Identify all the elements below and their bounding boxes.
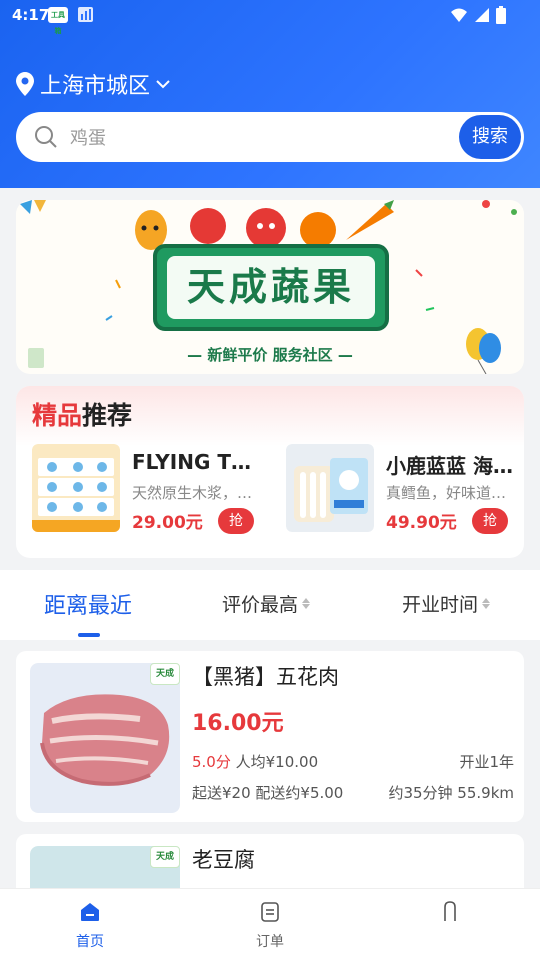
sort-tab-label: 评价最高 [222, 594, 299, 616]
sort-arrows-icon [482, 598, 491, 609]
header-background: 4:17 工具箱 上海市城区 鸡蛋 搜索 [0, 0, 540, 188]
promo-banner[interactable]: 天成蔬果 — 新鲜平价 服务社区 — [16, 200, 524, 374]
product-image-fish-snack [286, 444, 374, 532]
bottom-tab-bar: 首页 订单 [0, 888, 540, 960]
sort-bar: 距离最近 评价最高 开业时间 [0, 570, 540, 640]
banner-sign: 天成蔬果 [153, 244, 389, 331]
location-pin-icon [16, 72, 34, 96]
store-card[interactable]: 天成 【黑猪】五花肉 16.00元 5.0分 人均¥10.00 开业1年 起送¥… [16, 651, 524, 822]
sort-tab-label: 开业时间 [402, 594, 479, 616]
store-rating-avg: 5.0分 人均¥10.00 [192, 751, 318, 772]
product-price: 29.00元 [132, 513, 203, 533]
grab-button[interactable]: 抢 [218, 508, 254, 534]
store-delivery: 起送¥20 配送约¥5.00 [192, 784, 344, 802]
search-bar[interactable]: 鸡蛋 搜索 [16, 112, 524, 162]
product-desc: 天然原生木浆，… [132, 484, 253, 502]
recommend-title-rest: 推荐 [82, 401, 133, 430]
store-product-title: 【黑猪】五花肉 [192, 665, 339, 689]
product-name: FLYING TOTORO… [132, 450, 264, 474]
pork-belly-image [30, 663, 180, 813]
recommend-section: 精品推荐 FLYING TOTORO… 天然原生木浆，… 29.00元 抢 [16, 386, 524, 558]
profile-icon [444, 901, 456, 921]
chevron-down-icon [156, 80, 170, 89]
tab-profile[interactable] [410, 901, 490, 931]
store-rating: 5.0分 [192, 753, 231, 771]
recommend-item[interactable]: 小鹿蓝蓝 海… 真鳕鱼，好味道… 49.90元 抢 [286, 444, 518, 534]
tab-label: 首页 [76, 934, 104, 950]
tab-label: 订单 [256, 934, 284, 950]
location-selector[interactable]: 上海市城区 [16, 68, 170, 100]
store-eta: 约35分钟 55.9km [388, 784, 514, 802]
tab-home[interactable]: 首页 [50, 901, 130, 951]
search-icon [35, 126, 57, 148]
active-tab-indicator [78, 633, 100, 637]
store-product-price: 16.00元 [192, 711, 284, 736]
sort-tab-rating[interactable]: 评价最高 [222, 590, 311, 617]
product-desc: 真鳕鱼，好味道… [386, 484, 507, 502]
store-badge: 天成 [150, 663, 180, 685]
battery-icon [496, 6, 506, 24]
status-bar: 4:17 工具箱 [0, 0, 540, 35]
product-name: 小鹿蓝蓝 海… [386, 454, 513, 478]
sort-arrows-icon [302, 598, 311, 609]
tab-orders[interactable]: 订单 [230, 901, 310, 951]
grab-button[interactable]: 抢 [472, 508, 508, 534]
recommend-title-highlight: 精品 [32, 401, 83, 430]
banner-title: 天成蔬果 [167, 256, 375, 319]
store-opened: 开业1年 [459, 753, 514, 771]
store-badge: 天成 [150, 846, 180, 868]
product-image-tissue [32, 444, 120, 532]
status-right-icons [450, 6, 506, 24]
app-notification-icon: 工具箱 [48, 7, 68, 35]
search-input[interactable]: 鸡蛋 [70, 124, 524, 150]
recommend-title: 精品推荐 [32, 396, 132, 432]
store-avg-price: 人均¥10.00 [235, 753, 319, 771]
sort-tab-distance[interactable]: 距离最近 [44, 588, 132, 620]
status-time: 4:17 [12, 6, 50, 24]
store-product-title: 老豆腐 [192, 848, 255, 872]
recommend-item[interactable]: FLYING TOTORO… 天然原生木浆，… 29.00元 抢 [32, 444, 264, 534]
orders-icon [261, 902, 279, 922]
wifi-icon [451, 8, 467, 22]
signal-icon [475, 8, 489, 22]
sort-tab-label: 距离最近 [44, 594, 133, 619]
location-label: 上海市城区 [40, 74, 151, 99]
sort-tab-open-time[interactable]: 开业时间 [402, 590, 491, 617]
product-price: 49.90元 [386, 513, 457, 533]
chart-notification-icon [78, 7, 93, 22]
search-button[interactable]: 搜索 [459, 115, 521, 159]
banner-slogan: — 新鲜平价 服务社区 — [187, 346, 353, 364]
home-icon [81, 903, 99, 921]
